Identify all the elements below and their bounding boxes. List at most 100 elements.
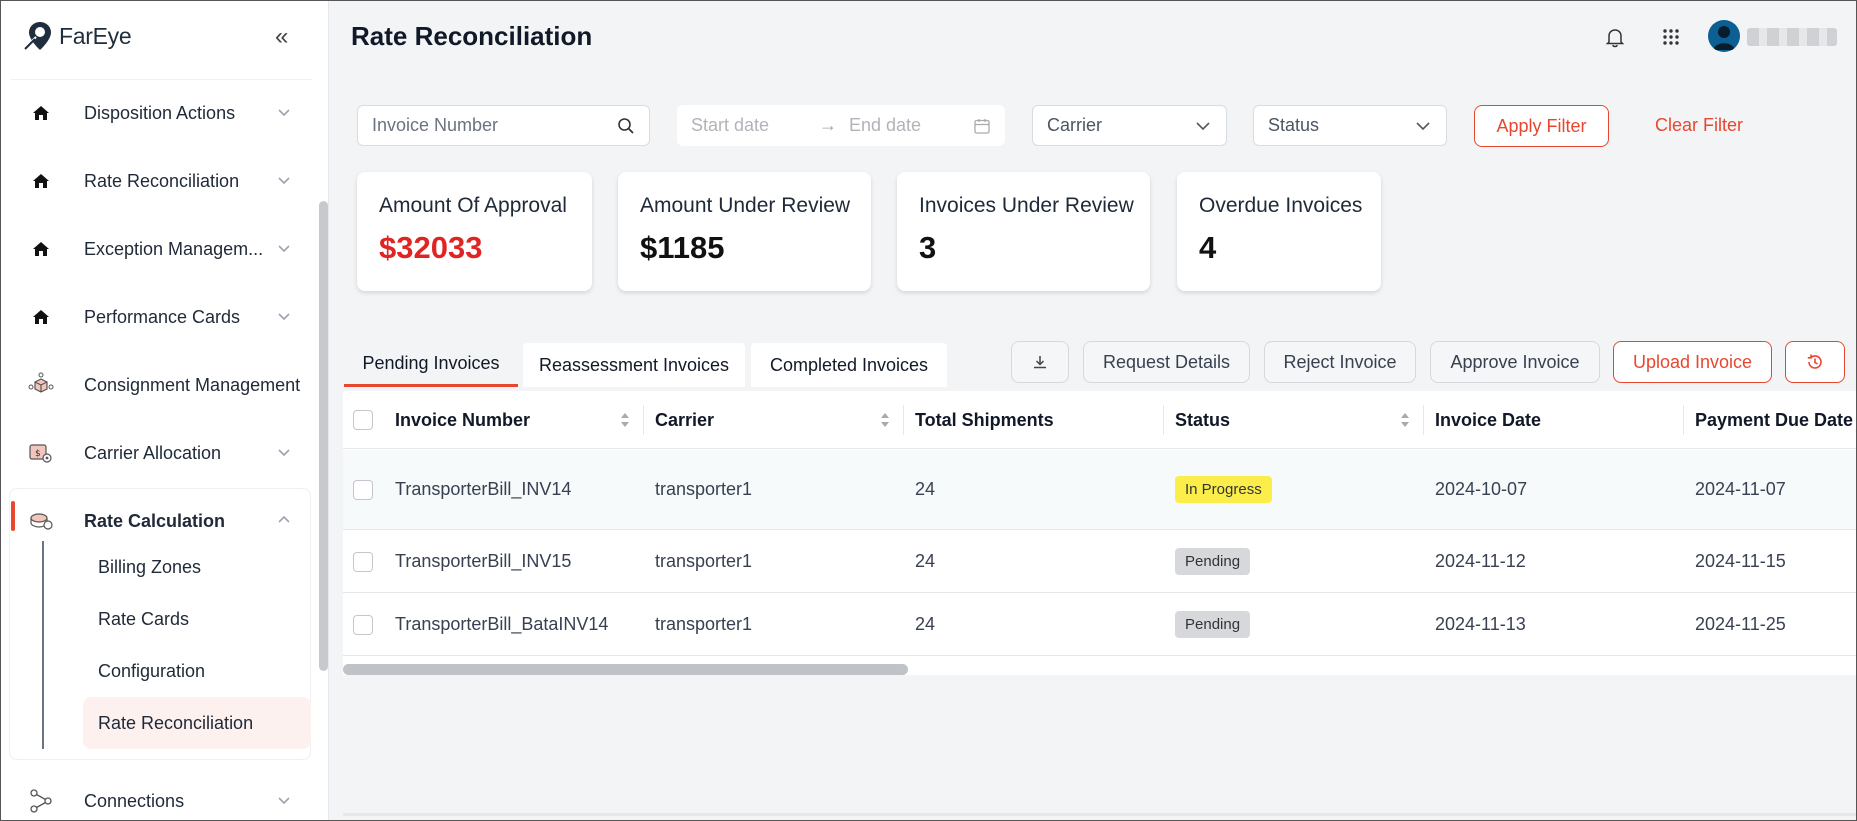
sort-icon[interactable] (1399, 411, 1411, 429)
active-indicator (11, 501, 15, 531)
table-horizontal-scrollbar[interactable] (343, 664, 908, 675)
sort-icon[interactable] (619, 411, 631, 429)
apply-filter-button[interactable]: Apply Filter (1474, 105, 1609, 147)
calendar-icon (974, 118, 990, 134)
column-invoice-date[interactable]: Invoice Date (1423, 391, 1683, 449)
status-badge: In Progress (1175, 476, 1272, 503)
column-carrier[interactable]: Carrier (643, 391, 863, 449)
apps-grid-icon[interactable] (1657, 23, 1685, 51)
home-icon (27, 235, 55, 263)
column-invoice-number[interactable]: Invoice Number (383, 391, 603, 449)
cell-invoice-number: TransporterBill_BataINV14 (395, 614, 609, 634)
sort-icon[interactable] (879, 411, 891, 429)
column-status[interactable]: Status (1163, 391, 1383, 449)
column-payment-due-date[interactable]: Payment Due Date (1683, 391, 1856, 449)
chevron-down-icon (1196, 121, 1210, 130)
chevron-down-icon (278, 449, 290, 457)
date-range-picker[interactable]: Start date → End date (677, 105, 1005, 146)
stat-value: 3 (919, 230, 937, 265)
sidebar-item-performance-cards[interactable]: Performance Cards (1, 283, 313, 351)
sidebar-subitem-configuration[interactable]: Configuration (83, 645, 311, 697)
approve-invoice-button[interactable]: Approve Invoice (1430, 341, 1600, 383)
sidebar-item-rate-reconciliation[interactable]: Rate Reconciliation (1, 147, 313, 215)
history-button[interactable] (1785, 341, 1845, 383)
chevron-down-icon (278, 797, 290, 805)
sidebar-item-disposition-actions[interactable]: Disposition Actions (1, 79, 313, 147)
table-row[interactable]: TransporterBill_INV14 transporter1 24 In… (343, 450, 1856, 530)
sidebar-scrollbar[interactable] (319, 201, 328, 671)
cell-invoice-date: 2024-11-13 (1435, 614, 1526, 634)
select-all-checkbox[interactable] (353, 410, 373, 430)
cell-payment-due-date: 2024-11-07 (1695, 479, 1786, 499)
stat-value: $32033 (379, 230, 483, 265)
collapse-sidebar-icon[interactable]: « (275, 23, 299, 51)
sidebar-subitem-rate-cards[interactable]: Rate Cards (83, 593, 311, 645)
home-icon (27, 99, 55, 127)
table-header: Invoice Number Carrier Total Shipments S… (343, 391, 1856, 449)
avatar[interactable] (1708, 20, 1740, 52)
status-badge: Pending (1175, 611, 1251, 638)
stat-value: $1185 (640, 230, 725, 265)
download-button[interactable] (1011, 341, 1069, 383)
stat-label: Amount Of Approval (379, 194, 567, 217)
sidebar-item-label: Carrier Allocation (84, 442, 222, 463)
sidebar-item-consignment-management[interactable]: Consignment Management (1, 351, 313, 419)
carrier-select[interactable]: Carrier (1032, 105, 1227, 146)
bell-icon[interactable] (1601, 23, 1629, 51)
cell-total-shipments: 24 (915, 614, 936, 634)
clear-filter-button[interactable]: Clear Filter (1655, 115, 1743, 136)
home-icon (27, 167, 55, 195)
carrier-select-value: Carrier (1047, 115, 1103, 135)
stat-card-overdue-invoices: Overdue Invoices 4 (1177, 172, 1381, 291)
invoice-number-search[interactable]: Invoice Number (357, 105, 650, 146)
upload-invoice-button[interactable]: Upload Invoice (1613, 341, 1772, 383)
invoice-number-placeholder: Invoice Number (372, 115, 499, 135)
cell-total-shipments: 24 (915, 479, 936, 499)
table-row[interactable]: TransporterBill_BataINV14 transporter1 2… (343, 594, 1856, 656)
sidebar-item-carrier-allocation[interactable]: $ Carrier Allocation (1, 419, 313, 487)
fareye-logo[interactable]: FarEye (23, 19, 132, 53)
row-checkbox[interactable] (353, 615, 373, 635)
sidebar-item-connections[interactable]: Connections (1, 767, 313, 820)
sidebar: FarEye « Disposition Actions Rate Reconc… (1, 1, 329, 820)
request-details-button[interactable]: Request Details (1083, 341, 1250, 383)
search-icon (618, 117, 634, 134)
logo-text: FarEye (59, 22, 132, 49)
tab-completed-invoices[interactable]: Completed Invoices (751, 343, 947, 387)
carrier-settings-icon: $ (27, 439, 55, 467)
status-badge: Pending (1175, 548, 1251, 575)
sidebar-item-exception-management[interactable]: Exception Managem... (1, 215, 313, 283)
invoice-table: Invoice Number Carrier Total Shipments S… (343, 391, 1856, 675)
cell-payment-due-date: 2024-11-25 (1695, 614, 1786, 634)
sidebar-item-label: Disposition Actions (84, 102, 236, 123)
cell-invoice-date: 2024-10-07 (1435, 479, 1528, 499)
stat-card-amount-of-approval: Amount Of Approval $32033 (357, 172, 592, 291)
sidebar-subitem-rate-reconciliation[interactable]: Rate Reconciliation (83, 697, 311, 749)
stat-label: Invoices Under Review (919, 194, 1134, 217)
cell-carrier: transporter1 (655, 479, 753, 499)
table-row[interactable]: TransporterBill_INV15 transporter1 24 Pe… (343, 531, 1856, 593)
sidebar-subitem-billing-zones[interactable]: Billing Zones (83, 541, 311, 593)
reject-invoice-button[interactable]: Reject Invoice (1264, 341, 1416, 383)
cell-invoice-number: TransporterBill_INV15 (395, 551, 572, 571)
chevron-down-icon (278, 177, 290, 185)
cell-carrier: transporter1 (655, 614, 753, 634)
sidebar-item-label: Connections (84, 790, 185, 811)
tab-pending-invoices[interactable]: Pending Invoices (344, 343, 518, 387)
username-redacted[interactable] (1747, 28, 1837, 46)
connections-icon (27, 787, 55, 815)
sidebar-item-label: Exception Managem... (84, 238, 264, 259)
cell-invoice-number: TransporterBill_INV14 (395, 479, 572, 499)
divider (343, 813, 1856, 816)
sidebar-nav: Disposition Actions Rate Reconciliation … (1, 79, 313, 555)
tab-reassessment-invoices[interactable]: Reassessment Invoices (523, 343, 745, 387)
sidebar-item-label: Consignment Management (84, 374, 301, 395)
chevron-down-icon (278, 313, 290, 321)
end-date-placeholder: End date (849, 115, 922, 135)
column-total-shipments[interactable]: Total Shipments (903, 391, 1163, 449)
row-checkbox[interactable] (353, 480, 373, 500)
status-select[interactable]: Status (1253, 105, 1447, 146)
row-checkbox[interactable] (353, 552, 373, 572)
stat-value: 4 (1199, 230, 1217, 265)
chevron-down-icon (278, 245, 290, 253)
